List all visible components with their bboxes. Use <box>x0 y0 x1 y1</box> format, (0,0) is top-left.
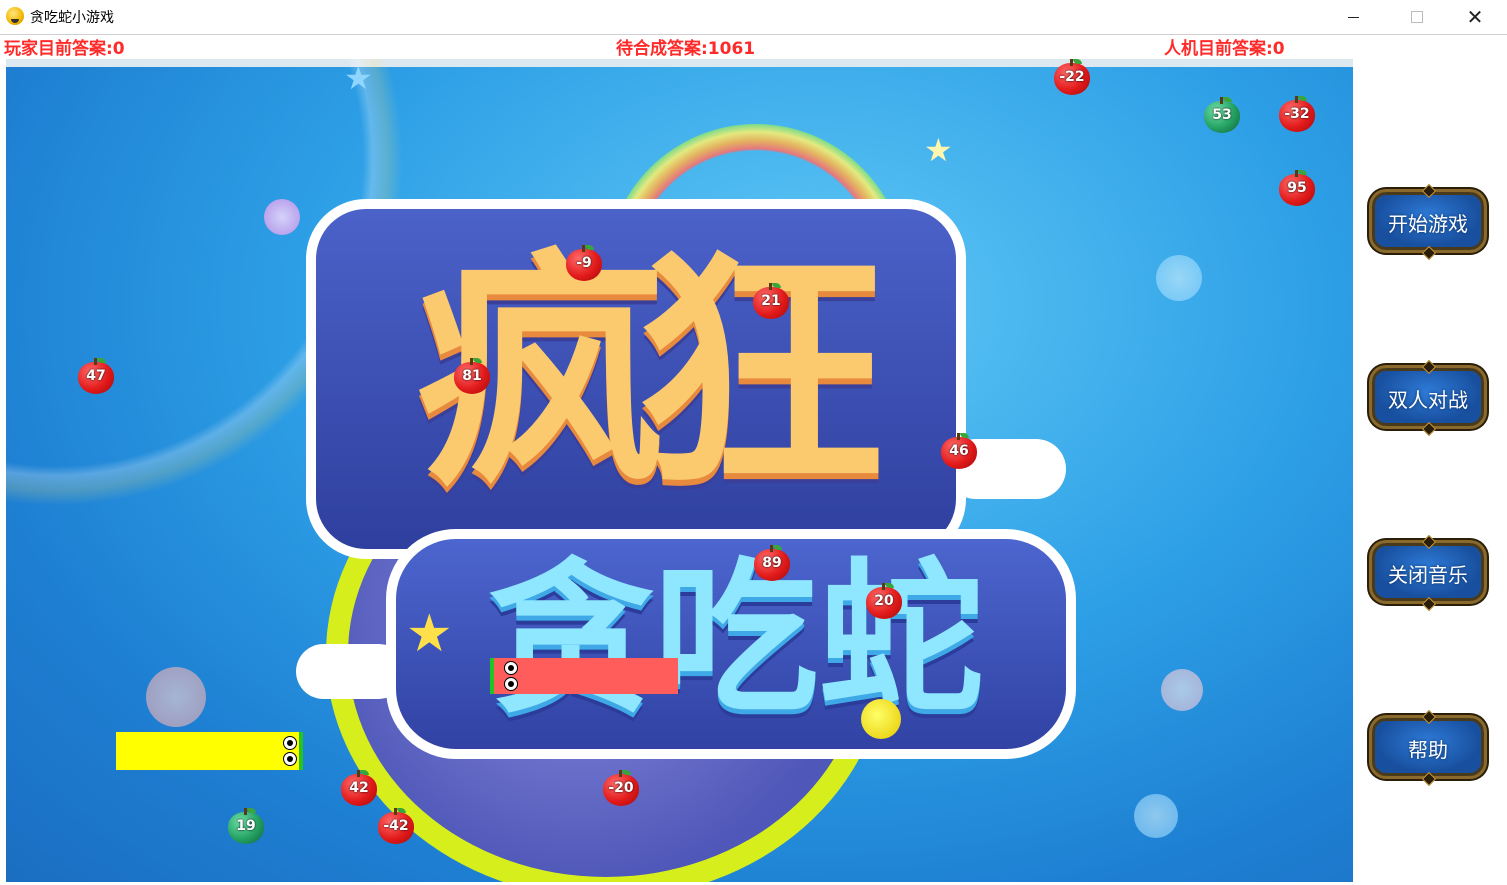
player-snake <box>116 732 303 770</box>
apple-number-label: 19 <box>236 818 256 834</box>
flower-decoration <box>146 667 206 727</box>
ai-snake-head <box>490 658 518 694</box>
eye-icon <box>504 677 518 691</box>
toggle-music-button[interactable]: 关闭音乐 <box>1366 534 1490 612</box>
apple-number: 53 <box>1204 97 1240 133</box>
apple-number: -20 <box>603 770 639 806</box>
apple-number-label: -9 <box>576 255 592 271</box>
star-icon: ★ <box>924 131 953 169</box>
apple-number: -9 <box>566 245 602 281</box>
target-answer-label: 待合成答案:1061 <box>616 39 756 59</box>
apple-number-label: 46 <box>949 443 969 459</box>
flower-decoration <box>1156 255 1202 301</box>
eye-icon <box>504 661 518 675</box>
window-title: 贪吃蛇小游戏 <box>30 10 114 26</box>
maximize-icon <box>1411 11 1423 23</box>
ai-answer-label: 人机目前答案:0 <box>1164 39 1285 59</box>
minimize-button[interactable] <box>1330 0 1376 34</box>
apple-number-label: 21 <box>761 293 781 309</box>
apple-number-label: 89 <box>762 555 782 571</box>
star-icon: ★ <box>406 604 453 664</box>
help-label: 帮助 <box>1408 738 1448 762</box>
logo-subtitle-art: 贪吃蛇 <box>488 543 984 735</box>
close-icon: ✕ <box>1466 5 1484 29</box>
minimize-icon <box>1347 16 1359 18</box>
start-game-button[interactable]: 开始游戏 <box>1366 183 1490 261</box>
apple-number-label: 42 <box>349 780 369 796</box>
app-icon <box>6 7 24 25</box>
start-game-label: 开始游戏 <box>1388 212 1468 236</box>
help-button[interactable]: 帮助 <box>1366 709 1490 787</box>
bird-mascot <box>861 699 901 739</box>
apple-number-label: 81 <box>462 368 482 384</box>
flower-decoration <box>1161 669 1203 711</box>
apple-number: 89 <box>754 545 790 581</box>
player-answer-label: 玩家目前答案:0 <box>4 39 125 59</box>
versus-mode-label: 双人对战 <box>1388 388 1468 412</box>
apple-number: 42 <box>341 770 377 806</box>
apple-number-label: 53 <box>1212 107 1232 123</box>
ai-snake <box>490 658 678 694</box>
apple-number-label: -22 <box>1059 69 1085 85</box>
versus-mode-button[interactable]: 双人对战 <box>1366 359 1490 437</box>
apple-number: -22 <box>1054 59 1090 95</box>
apple-number-label: -20 <box>608 780 634 796</box>
eye-icon <box>283 736 297 750</box>
toggle-music-label: 关闭音乐 <box>1388 563 1468 587</box>
title-bar: 贪吃蛇小游戏 ✕ <box>0 0 1507 35</box>
apple-number-label: -32 <box>1284 106 1310 122</box>
flower-decoration <box>1134 794 1178 838</box>
apple-number-label: 95 <box>1287 180 1307 196</box>
apple-number-label: 20 <box>874 593 894 609</box>
apple-number: 47 <box>78 358 114 394</box>
star-icon: ★ <box>344 59 373 97</box>
apple-number: 46 <box>941 433 977 469</box>
eye-icon <box>283 752 297 766</box>
apple-number: 81 <box>454 358 490 394</box>
apple-number: 21 <box>753 283 789 319</box>
apple-number-label: -42 <box>383 818 409 834</box>
player-snake-head <box>275 732 303 770</box>
apple-number-label: 47 <box>86 368 106 384</box>
game-board[interactable]: 疯狂 贪吃蛇 ★ ★ ★ -22 53 -32 95 -9 21 47 81 4… <box>6 59 1353 882</box>
apple-number: 19 <box>228 808 264 844</box>
apple-number: -32 <box>1279 96 1315 132</box>
apple-number: 95 <box>1279 170 1315 206</box>
apple-number: 20 <box>866 583 902 619</box>
apple-number: -42 <box>378 808 414 844</box>
flower-decoration <box>264 199 300 235</box>
logo-title-art: 疯狂 <box>416 228 886 519</box>
close-button[interactable]: ✕ <box>1452 0 1498 34</box>
maximize-button[interactable] <box>1394 0 1440 34</box>
